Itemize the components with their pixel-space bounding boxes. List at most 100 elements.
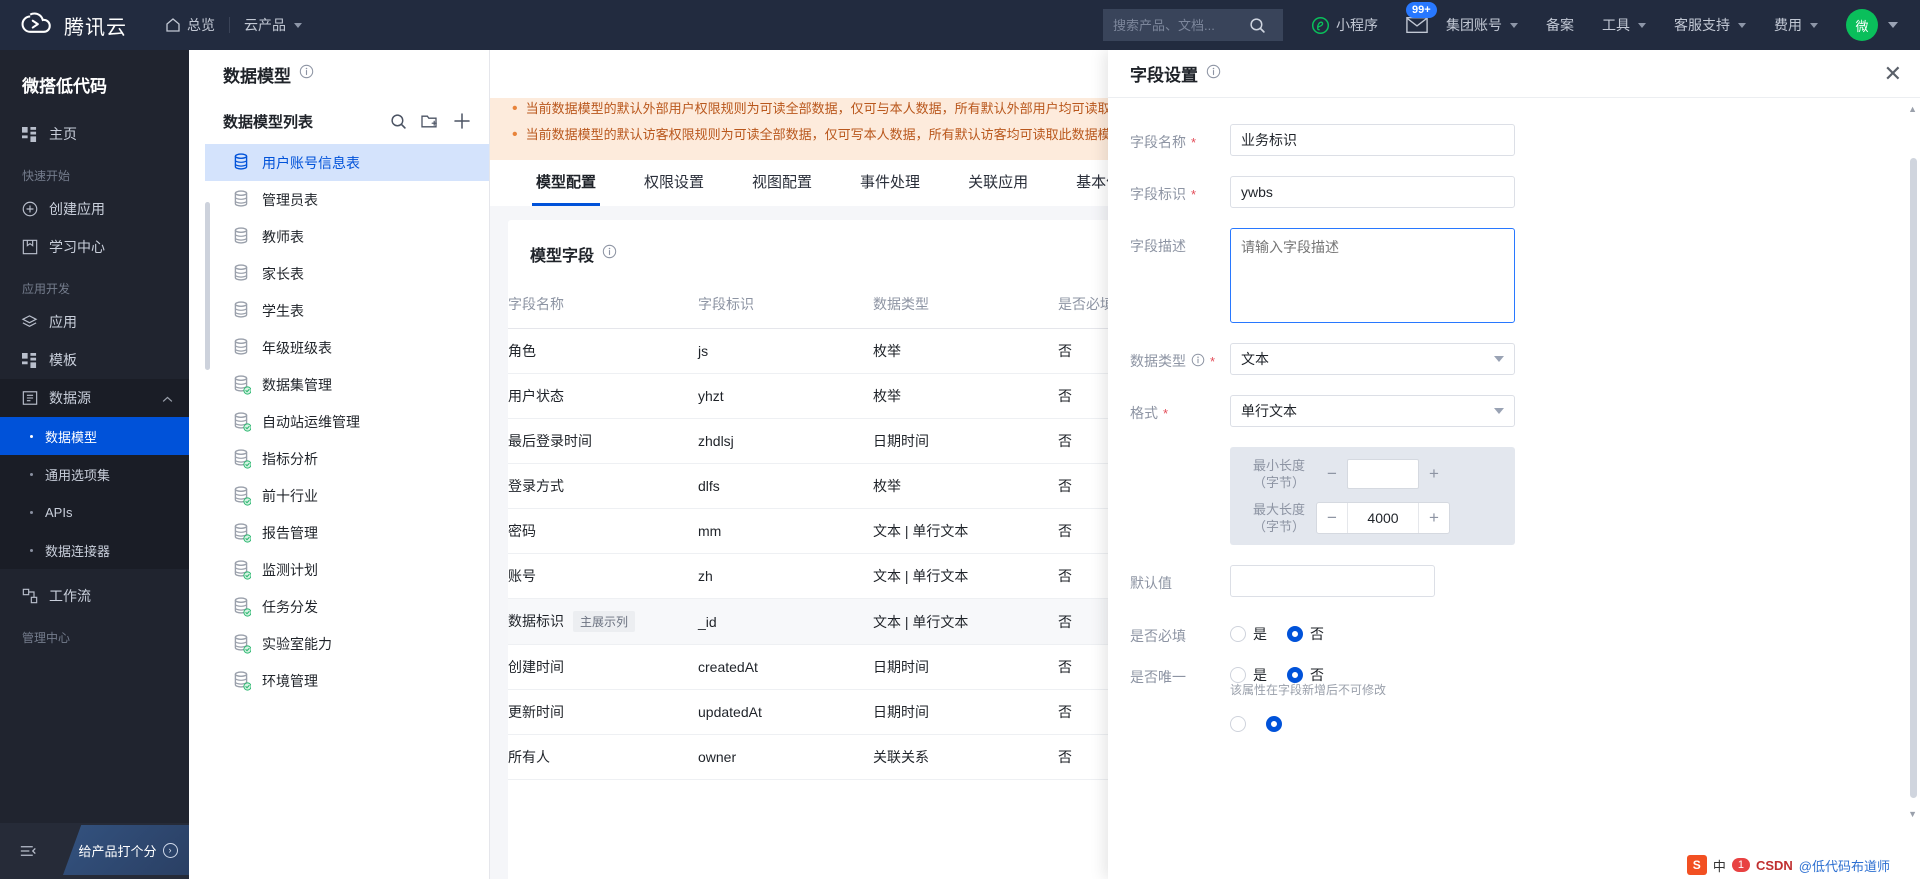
nav-mini-program[interactable]: 小程序 xyxy=(1297,0,1392,50)
info-icon[interactable] xyxy=(1206,64,1221,84)
database-icon xyxy=(233,264,250,283)
sidebar-item-create-app-label: 创建应用 xyxy=(49,201,105,217)
tab-event-handling[interactable]: 事件处理 xyxy=(836,160,944,206)
model-list-item[interactable]: 家长表 xyxy=(205,255,489,292)
nav-messages[interactable]: 99+ xyxy=(1392,0,1437,50)
radio-icon[interactable] xyxy=(1287,626,1303,642)
drawer-scrollbar[interactable] xyxy=(1910,158,1917,798)
collapse-sidebar-icon[interactable] xyxy=(20,843,37,860)
nav-fee[interactable]: 费用 xyxy=(1760,0,1832,50)
user-menu[interactable]: 微 xyxy=(1832,0,1912,50)
default-value-input[interactable] xyxy=(1230,565,1435,597)
nav-group-account[interactable]: 集团账号 xyxy=(1432,0,1532,50)
radio-icon[interactable] xyxy=(1230,716,1246,732)
sidebar-item-data-connector[interactable]: 数据连接器 xyxy=(0,531,189,569)
tencent-cloud-logo[interactable]: 腾讯云 xyxy=(20,8,127,42)
scroll-down-arrow-icon[interactable]: ▼ xyxy=(1908,809,1917,819)
model-list-item[interactable]: 实验室能力 xyxy=(205,625,489,662)
sidebar-item-learning-center[interactable]: 学习中心 xyxy=(0,228,189,266)
minus-icon[interactable]: − xyxy=(1317,503,1347,533)
model-list-item[interactable]: 教师表 xyxy=(205,218,489,255)
scroll-up-arrow-icon[interactable]: ▲ xyxy=(1908,104,1917,114)
model-list-item[interactable]: 自动站运维管理 xyxy=(205,403,489,440)
model-list-scrollbar[interactable] xyxy=(205,202,210,370)
nav-support[interactable]: 客服支持 xyxy=(1660,0,1760,50)
next-radio-no[interactable] xyxy=(1266,716,1282,732)
sidebar-item-template[interactable]: 模板 xyxy=(0,341,189,379)
model-list-item[interactable]: 管理员表 xyxy=(205,181,489,218)
rate-product-banner[interactable]: 给产品打个分 › xyxy=(63,825,189,875)
sidebar-item-data-model[interactable]: 数据模型 xyxy=(0,417,189,455)
max-length-value[interactable]: 4000 xyxy=(1347,503,1419,533)
grid-icon xyxy=(21,126,38,143)
info-icon[interactable] xyxy=(299,64,314,84)
plus-icon[interactable]: + xyxy=(1419,459,1449,489)
sidebar-item-apis[interactable]: APIs xyxy=(0,493,189,531)
minus-icon[interactable]: − xyxy=(1317,459,1347,489)
required-radio-yes[interactable]: 是 xyxy=(1230,624,1267,644)
model-list-item[interactable]: 前十行业 xyxy=(205,477,489,514)
model-list-item[interactable]: 报告管理 xyxy=(205,514,489,551)
new-folder-icon[interactable] xyxy=(419,110,441,132)
radio-icon[interactable] xyxy=(1266,716,1282,732)
nav-overview-label: 总览 xyxy=(187,17,215,33)
chevron-down-icon xyxy=(294,22,302,28)
required-radio-no[interactable]: 否 xyxy=(1287,624,1324,644)
info-icon[interactable] xyxy=(602,244,617,264)
model-list-item[interactable]: 用户账号信息表 xyxy=(205,144,489,181)
field-key-input[interactable] xyxy=(1230,176,1515,208)
model-list-item[interactable]: 指标分析 xyxy=(205,440,489,477)
next-radio-yes[interactable] xyxy=(1230,716,1246,732)
model-list-item[interactable]: 学生表 xyxy=(205,292,489,329)
nav-cloud-products-label: 云产品 xyxy=(244,17,286,33)
min-length-row: 最小长度 （字节） − + xyxy=(1242,457,1503,491)
max-length-stepper[interactable]: − 4000 + xyxy=(1316,502,1450,534)
tab-related-apps[interactable]: 关联应用 xyxy=(944,160,1052,206)
field-desc-textarea[interactable] xyxy=(1230,228,1515,323)
plus-icon[interactable]: + xyxy=(1419,503,1449,533)
field-desc-row: 字段描述 xyxy=(1108,228,1920,323)
tab-permission-settings[interactable]: 权限设置 xyxy=(620,160,728,206)
cell-field-name: 更新时间 xyxy=(508,689,698,735)
sidebar-item-datasource[interactable]: 数据源 xyxy=(0,379,189,417)
sidebar-item-create-app[interactable]: 创建应用 xyxy=(0,190,189,228)
sidebar-item-application[interactable]: 应用 xyxy=(0,303,189,341)
close-icon[interactable]: ✕ xyxy=(1884,62,1902,85)
field-name-input[interactable] xyxy=(1230,124,1515,156)
global-search[interactable] xyxy=(1103,9,1283,41)
data-type-select[interactable]: 文本 xyxy=(1230,343,1515,375)
model-list-item[interactable]: 数据集管理 xyxy=(205,366,489,403)
model-list-item[interactable]: 年级班级表 xyxy=(205,329,489,366)
search-input[interactable] xyxy=(1113,17,1243,33)
nav-overview[interactable]: 总览 xyxy=(151,0,229,50)
database-icon xyxy=(233,449,252,469)
search-icon[interactable] xyxy=(1249,17,1266,34)
radio-icon[interactable] xyxy=(1230,626,1246,642)
search-icon[interactable] xyxy=(387,110,409,132)
model-list-item[interactable]: 任务分发 xyxy=(205,588,489,625)
nav-tools[interactable]: 工具 xyxy=(1588,0,1660,50)
model-list-item[interactable]: 监测计划 xyxy=(205,551,489,588)
tab-model-config[interactable]: 模型配置 xyxy=(512,160,620,206)
nav-beian[interactable]: 备案 xyxy=(1532,0,1588,50)
required-radio-group[interactable]: 是 否 xyxy=(1230,617,1324,644)
cell-data-type: 文本 | 单行文本 xyxy=(873,508,1058,554)
next-radio-group[interactable] xyxy=(1230,716,1282,732)
cell-data-type: 枚举 xyxy=(873,463,1058,509)
model-list-item[interactable]: 环境管理 xyxy=(205,662,489,699)
sidebar-item-datasource-label: 数据源 xyxy=(49,390,91,406)
min-length-value[interactable] xyxy=(1347,459,1419,489)
info-icon[interactable] xyxy=(1191,353,1205,370)
ime-cn-label: 中 xyxy=(1712,858,1726,874)
sidebar-item-home[interactable]: 主页 xyxy=(0,115,189,153)
nav-cloud-products[interactable]: 云产品 xyxy=(230,0,316,50)
sidebar-item-workflow[interactable]: 工作流 xyxy=(0,577,189,615)
field-name-text: 密码 xyxy=(508,523,536,539)
format-select[interactable]: 单行文本 xyxy=(1230,395,1515,427)
data-model-list[interactable]: 用户账号信息表 管理员表 教师表 家长表 学生表 年级班级表 数据集管理 自动站运维管理 指标分… xyxy=(205,144,489,879)
add-model-icon[interactable] xyxy=(451,110,473,132)
sogou-icon: S xyxy=(1686,855,1707,875)
sidebar-item-option-sets[interactable]: 通用选项集 xyxy=(0,455,189,493)
min-length-stepper[interactable]: − + xyxy=(1316,458,1450,490)
tab-view-config[interactable]: 视图配置 xyxy=(728,160,836,206)
